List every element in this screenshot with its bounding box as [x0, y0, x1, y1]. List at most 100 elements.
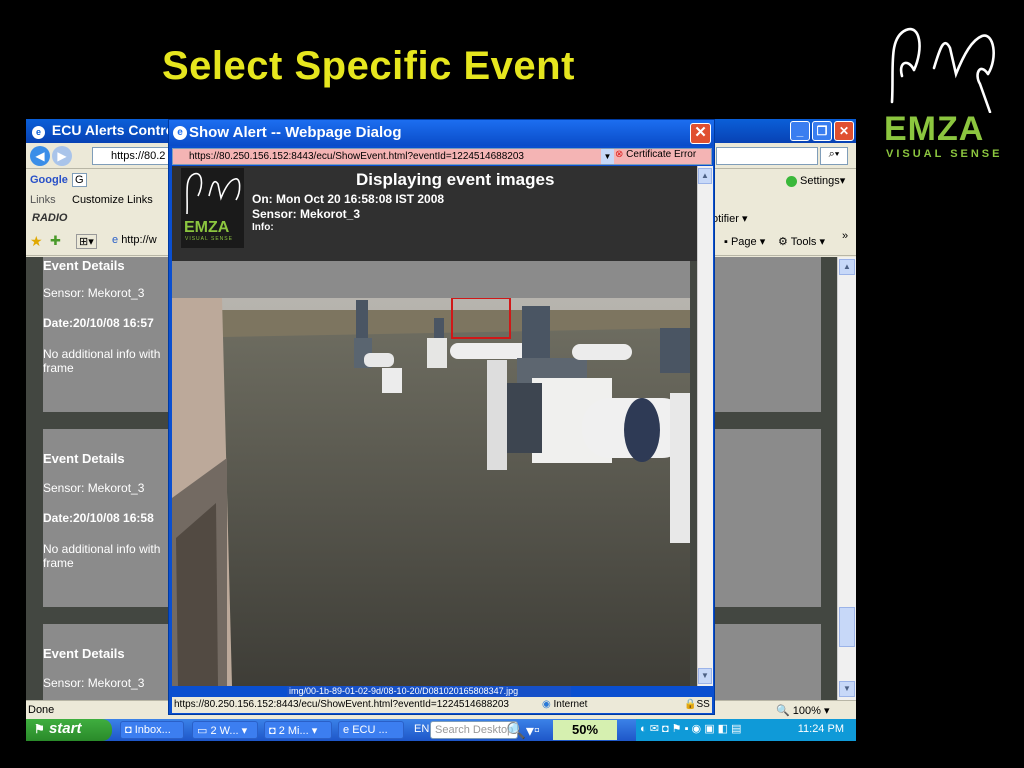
search-icon[interactable]: ⌕▾	[820, 147, 848, 165]
emza-logo-mark-icon	[186, 172, 241, 215]
tab-url-text: http://w	[121, 234, 157, 246]
dialog-title-bar[interactable]: e Show Alert -- Webpage Dialog ✕	[169, 120, 714, 146]
certificate-error[interactable]: ⊗ Certificate Error	[615, 149, 696, 160]
battery-percent[interactable]: 50%	[553, 720, 617, 740]
taskbar-label: 2 W...	[210, 725, 239, 737]
back-icon[interactable]: ◀	[30, 146, 50, 166]
desktop-search-input[interactable]: Search Desktop	[430, 721, 518, 739]
slide: Select Specific Event EMZA VISUAL SENSE …	[0, 0, 1024, 768]
event-sensor: Sensor: Mekorot_3	[43, 481, 145, 495]
taskbar-item-inbox[interactable]: ◘ Inbox...	[120, 721, 184, 739]
taskbar-item-mail[interactable]: ◘ 2 Mi... ▾	[264, 721, 332, 739]
language-indicator[interactable]: EN	[414, 723, 429, 735]
event-sensor: Sensor: Mekorot_3	[252, 207, 361, 221]
tools-menu[interactable]: ⚙ Tools ▾	[778, 235, 825, 248]
ie-scrollbar[interactable]: ▲ ▼	[837, 257, 856, 700]
forward-icon[interactable]: ▶	[52, 146, 72, 166]
event-info-label: Info:	[252, 222, 274, 233]
ie-icon: e	[173, 126, 187, 140]
links-label: Links	[30, 194, 56, 206]
taskbar-label: ECU ...	[352, 724, 388, 736]
folder-icon: ▭	[197, 725, 208, 737]
scroll-thumb[interactable]	[839, 607, 855, 647]
taskbar-item-ecu[interactable]: e ECU ...	[338, 721, 404, 739]
desktop-icon[interactable]: ▫	[534, 722, 540, 740]
ie-title: ECU Alerts Contro	[51, 122, 175, 138]
window-controls: _ ❐ ✕	[790, 121, 854, 141]
event-images-heading: Displaying event images	[356, 170, 555, 189]
notifier-menu[interactable]: otifier ▾	[712, 212, 747, 225]
zoom-level: 100%	[792, 705, 821, 717]
radio-label[interactable]: RADIO	[32, 212, 67, 224]
cert-error-icon: ⊗	[615, 149, 624, 160]
search-placeholder: Search Desktop	[435, 724, 514, 736]
dialog-close-button[interactable]: ✕	[690, 123, 711, 144]
ie-icon: e	[343, 724, 350, 736]
dialog-status-bar: https://80.250.156.152:8443/ecu/ShowEven…	[172, 697, 712, 713]
emza-mini-logo: EMZA VISUAL SENSE	[181, 168, 244, 248]
windows-flag-icon: ⚑	[34, 722, 45, 736]
outlook-icon: ◘	[269, 725, 276, 737]
taskbar-item-windows[interactable]: ▭ 2 W... ▾	[192, 721, 258, 739]
restore-button[interactable]: ❐	[812, 121, 832, 141]
google-dropdown[interactable]: G	[72, 173, 87, 187]
event-info: No additional info with	[43, 542, 161, 556]
scroll-down-icon[interactable]: ▼	[839, 681, 855, 697]
dialog-title: Show Alert -- Webpage Dialog	[189, 124, 402, 141]
zoom-icon: 🔍	[776, 705, 790, 717]
start-button[interactable]: ⚑ start	[26, 719, 112, 741]
favorites-star-icon[interactable]: ★	[30, 233, 43, 250]
page-menu[interactable]: ▪ Page ▾	[724, 235, 765, 248]
dialog-address-bar[interactable]: https://80.250.156.152:8443/ecu/ShowEven…	[172, 148, 712, 165]
add-favorites-icon[interactable]: ✚	[50, 233, 61, 249]
ssl-lock[interactable]: 🔒SS	[684, 699, 710, 710]
event-sensor: Sensor: Mekorot_3	[43, 676, 145, 690]
google-label: Google	[30, 174, 68, 186]
globe-icon: ◉	[542, 699, 551, 710]
tabs-grid-icon[interactable]: ⊞▾	[76, 234, 97, 249]
event-date: Date:20/10/08 16:57	[43, 316, 154, 330]
settings-label: Settings	[800, 175, 840, 187]
windows-taskbar: ⚑ start ◘ Inbox... ▭ 2 W... ▾ ◘ 2 Mi... …	[26, 719, 856, 741]
search-box[interactable]	[716, 147, 818, 165]
event-time: On: Mon Oct 20 16:58:08 IST 2008	[252, 192, 445, 206]
logo-tagline: VISUAL SENSE	[886, 148, 1003, 160]
mini-logo-sub: VISUAL SENSE	[185, 236, 233, 242]
tray-icons[interactable]: ◐ ✉ ◘ ⚑ ▪ ◉ ▣ ◧ ▤	[640, 722, 742, 735]
lock-icon: 🔒	[684, 699, 697, 710]
customize-links-link[interactable]: Customize Links	[72, 194, 153, 206]
address-input[interactable]: https://80.2	[92, 147, 174, 165]
scroll-up-icon[interactable]: ▲	[839, 259, 855, 275]
logo-wordmark: EMZA	[884, 110, 985, 148]
clock[interactable]: 11:24 PM	[798, 723, 844, 735]
status-url: https://80.250.156.152:8443/ecu/ShowEven…	[174, 699, 509, 710]
start-label: start	[48, 720, 82, 737]
event-header: Event Details	[43, 258, 125, 273]
event-sensor: Sensor: Mekorot_3	[43, 286, 145, 300]
internet-zone: ◉ Internet	[542, 699, 587, 710]
event-header-panel: EMZA VISUAL SENSE Displaying event image…	[172, 166, 697, 261]
zone-label: Internet	[553, 699, 588, 710]
page-menu-label: Page	[730, 236, 757, 248]
dialog-scrollbar[interactable]: ▲ ▼	[697, 166, 713, 686]
chevron-more-icon[interactable]: »	[842, 230, 848, 242]
settings-icon	[786, 175, 797, 187]
system-tray: ◐ ✉ ◘ ⚑ ▪ ◉ ▣ ◧ ▤ 11:24 PM	[636, 719, 856, 741]
event-camera-image[interactable]	[172, 298, 690, 686]
status-text: Done	[28, 704, 55, 716]
search-icon[interactable]: 🔍▾	[506, 721, 534, 741]
chevron-down-icon[interactable]: ▼	[601, 149, 614, 164]
scroll-up-icon[interactable]: ▲	[698, 168, 712, 184]
tab-url[interactable]: e http://w	[112, 234, 157, 246]
scroll-down-icon[interactable]: ▼	[698, 668, 712, 684]
page-icon: e	[112, 234, 119, 246]
ie-icon: e	[32, 126, 45, 139]
zoom-control[interactable]: 🔍 100% ▾	[776, 704, 829, 717]
minimize-button[interactable]: _	[790, 121, 810, 141]
close-button[interactable]: ✕	[834, 121, 854, 141]
event-info-frame: frame	[43, 556, 74, 570]
settings-menu[interactable]: Settings▾	[786, 174, 845, 187]
event-header: Event Details	[43, 646, 125, 661]
event-date: Date:20/10/08 16:58	[43, 511, 154, 525]
mini-logo-word: EMZA	[184, 219, 230, 236]
